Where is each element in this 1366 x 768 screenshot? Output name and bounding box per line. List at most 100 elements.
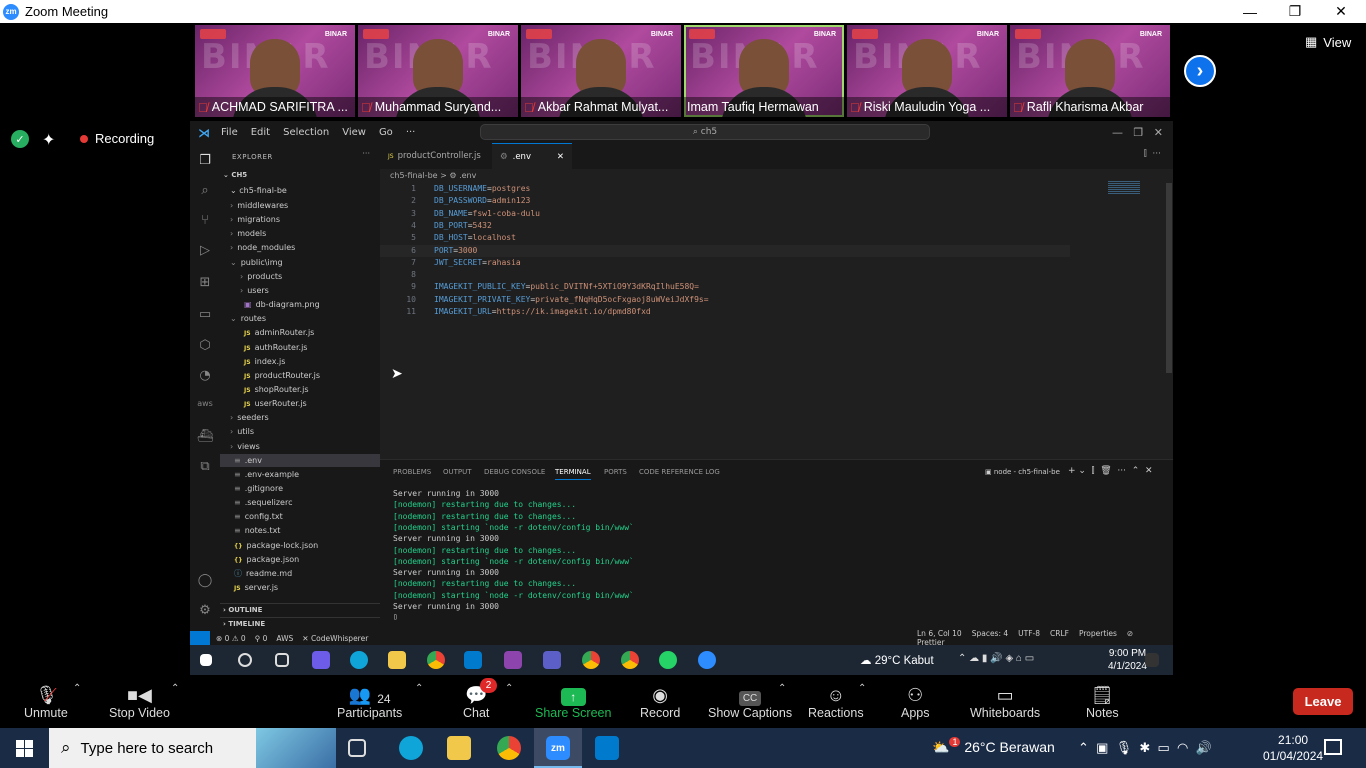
share-screen-button[interactable]: ↑ Share Screen xyxy=(535,680,611,720)
vscode-menu-item[interactable]: File xyxy=(221,127,238,138)
record-button[interactable]: ◉ Record xyxy=(640,680,680,720)
panel-tab[interactable]: PROBLEMS xyxy=(393,468,431,476)
aws-icon[interactable]: aws xyxy=(196,399,214,417)
status-item[interactable]: Properties xyxy=(1079,629,1117,638)
explorer-item[interactable]: ≡ .env xyxy=(220,453,380,467)
next-page-button[interactable]: › xyxy=(1184,55,1216,87)
explorer-item[interactable]: › node_modules xyxy=(220,241,380,254)
captions-caret[interactable]: ⌃ xyxy=(778,683,786,694)
minimize-button[interactable]: — xyxy=(1227,0,1273,23)
taskbar-clock[interactable]: 21:00 01/04/2024 xyxy=(1263,732,1323,764)
explorer-item[interactable]: › users xyxy=(220,284,380,297)
reactions-caret[interactable]: ⌃ xyxy=(858,683,866,694)
leave-button[interactable]: Leave xyxy=(1293,688,1353,715)
panel-tab[interactable]: TERMINAL xyxy=(555,468,591,480)
terminal-instance[interactable]: ▣ node - ch5-final-be xyxy=(985,468,1060,476)
status-item[interactable]: AWS xyxy=(276,634,293,643)
explorer-item[interactable]: › products xyxy=(220,270,380,283)
minimap[interactable] xyxy=(1108,181,1140,195)
editor-actions[interactable]: ⫿ ··· xyxy=(1144,149,1161,159)
account-icon[interactable]: ◯ xyxy=(196,573,214,591)
panel-tab[interactable]: DEBUG CONSOLE xyxy=(484,468,545,476)
explorer-item[interactable]: {} package-lock.json xyxy=(220,539,380,552)
vscode-menu-item[interactable]: ··· xyxy=(406,127,416,138)
participant-tile[interactable]: BINARBINARImam Taufiq Hermawan xyxy=(684,25,844,117)
timeline-section[interactable]: › TIMELINE xyxy=(220,617,380,630)
editor[interactable]: JS productController.js ⚙ .env ✕ ⫿ ··· ch5-… xyxy=(380,143,1173,459)
explorer-icon[interactable]: ❐ xyxy=(196,153,214,171)
vscode-search[interactable]: ⌕ ch5 xyxy=(480,124,930,140)
explorer-item[interactable]: ⌄ routes xyxy=(220,312,380,325)
vscode-menu-item[interactable]: Go xyxy=(379,127,393,138)
explorer-item[interactable]: › models xyxy=(220,227,380,240)
close-tab-icon[interactable]: ✕ xyxy=(557,152,564,162)
explorer-item[interactable]: JS shopRouter.js xyxy=(220,383,380,396)
status-item[interactable]: ⊗ 0 ⚠ 0 xyxy=(216,634,246,643)
reactions-button[interactable]: ☺ Reactions xyxy=(808,680,864,720)
chrome-icon[interactable] xyxy=(497,736,521,760)
remote-indicator-icon[interactable] xyxy=(190,631,210,645)
project-folder[interactable]: ⌄ ch5-final-be xyxy=(220,184,380,197)
hexagon-icon[interactable]: ⬡ xyxy=(196,338,214,356)
explorer-item[interactable]: › utils xyxy=(220,425,380,438)
more-actions-icon[interactable]: ··· xyxy=(362,149,370,158)
explorer-item[interactable]: JS index.js xyxy=(220,355,380,368)
explorer-item[interactable]: JS userRouter.js xyxy=(220,397,380,410)
participants-button[interactable]: 👥 24 Participants xyxy=(337,680,402,720)
participants-caret[interactable]: ⌃ xyxy=(415,683,423,694)
participant-tile[interactable]: BINARBINAR🎙̸Riski Mauludin Yoga ... xyxy=(847,25,1007,117)
zoom-taskbar-button[interactable]: zm xyxy=(534,728,582,768)
explorer-item[interactable]: JS server.js xyxy=(220,581,380,594)
explorer-item[interactable]: › seeders xyxy=(220,411,380,424)
outline-section[interactable]: › OUTLINE xyxy=(220,603,380,616)
encryption-shield-icon[interactable]: ✓ xyxy=(11,130,29,148)
participant-tile[interactable]: BINARBINAR🎙̸ACHMAD SARIFITRA ... xyxy=(195,25,355,117)
status-item[interactable]: Spaces: 4 xyxy=(972,629,1008,638)
chat-caret[interactable]: ⌃ xyxy=(505,683,513,694)
explorer-item[interactable]: JS adminRouter.js xyxy=(220,326,380,339)
apps-button[interactable]: ⚇ Apps xyxy=(901,680,930,720)
participant-tile[interactable]: BINARBINAR🎙̸Akbar Rahmat Mulyat... xyxy=(521,25,681,117)
whiteboards-button[interactable]: ▭ Whiteboards xyxy=(970,680,1040,720)
stop-video-button[interactable]: ■◀ Stop Video xyxy=(109,680,170,720)
explorer-item[interactable]: › views xyxy=(220,440,380,453)
notification-center-icon[interactable] xyxy=(1324,739,1342,755)
file-explorer-icon[interactable] xyxy=(447,736,471,760)
status-item[interactable]: CRLF xyxy=(1050,629,1069,638)
system-tray-icons[interactable]: ⌃ ▣ 🎙 ✱ ▭ ◠ 🔊 xyxy=(1078,740,1212,756)
history-icon[interactable]: ◔ xyxy=(196,368,214,386)
vscode-menu-item[interactable]: Edit xyxy=(251,127,270,138)
start-button[interactable] xyxy=(0,728,48,768)
explorer-item[interactable]: ⌄ public\img xyxy=(220,256,380,269)
explorer-item[interactable]: JS productRouter.js xyxy=(220,369,380,382)
explorer-item[interactable]: ▣ db-diagram.png xyxy=(220,298,380,311)
explorer-item[interactable]: › migrations xyxy=(220,213,380,226)
video-options-caret[interactable]: ⌃ xyxy=(171,683,179,694)
source-control-icon[interactable]: ⑂ xyxy=(196,213,214,231)
taskbar-search[interactable]: ⌕ Type here to search xyxy=(49,728,336,768)
unmute-button[interactable]: 🎙 ⟋ Unmute xyxy=(24,680,68,720)
vscode-menu-item[interactable]: View xyxy=(342,127,366,138)
search-icon[interactable]: ⌕ xyxy=(196,183,214,201)
settings-gear-icon[interactable]: ⚙ xyxy=(196,603,214,621)
audio-options-caret[interactable]: ⌃ xyxy=(73,683,81,694)
taskbar-weather[interactable]: ⛅ 1 26°C Berawan xyxy=(932,737,1055,756)
workspace-root[interactable]: ⌄ CH5 xyxy=(220,169,380,182)
status-item[interactable]: Ln 6, Col 10 xyxy=(917,629,962,638)
recording-indicator[interactable]: Recording xyxy=(80,131,154,146)
run-debug-icon[interactable]: ▷ xyxy=(196,243,214,261)
status-item[interactable]: UTF-8 xyxy=(1018,629,1040,638)
remote-explorer-icon[interactable]: ▭ xyxy=(196,307,214,325)
tab-env[interactable]: ⚙ .env ✕ xyxy=(492,143,572,169)
explorer-item[interactable]: JS authRouter.js xyxy=(220,341,380,354)
status-item[interactable]: ⚲ 0 xyxy=(255,634,268,643)
tab-product-controller[interactable]: JS productController.js xyxy=(380,143,492,169)
docker-icon[interactable]: ⛴ xyxy=(196,429,214,447)
explorer-item[interactable]: ≡ .gitignore xyxy=(220,482,380,495)
shapes-icon[interactable]: ⧉ xyxy=(196,459,214,477)
task-view-icon[interactable] xyxy=(348,739,366,757)
explorer-item[interactable]: ≡ .env-example xyxy=(220,468,380,481)
ai-companion-icon[interactable]: ✦ xyxy=(42,130,55,150)
shared-screen-vscode[interactable]: ⋊ File Edit Selection View Go ··· ⌕ ch5 — ❐ ✕… xyxy=(190,121,1173,647)
participant-tile[interactable]: BINARBINAR🎙̸Rafli Kharisma Akbar xyxy=(1010,25,1170,117)
